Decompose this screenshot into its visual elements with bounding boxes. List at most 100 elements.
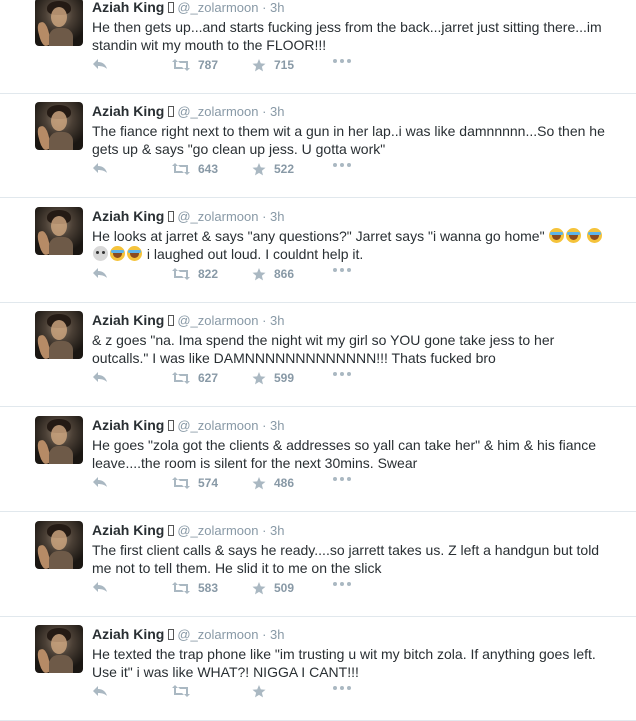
reply-button[interactable]: [92, 267, 108, 279]
tweet-text-segment: i laughed out loud. I couldnt help it.: [143, 246, 364, 262]
tweet: Aziah King @_zolarmoon · 3h & z goes "na. …: [0, 303, 636, 407]
tweet: Aziah King @_zolarmoon · 3h He then gets u…: [0, 0, 636, 94]
star-icon: [252, 162, 266, 176]
separator-dot: ·: [258, 523, 271, 538]
avatar[interactable]: [35, 625, 83, 673]
reply-icon: [92, 476, 108, 488]
more-button[interactable]: [332, 267, 352, 273]
retweet-icon: [172, 477, 190, 489]
user-handle[interactable]: @_zolarmoon: [177, 104, 258, 119]
favorite-button[interactable]: 599: [252, 371, 294, 385]
avatar[interactable]: [35, 0, 83, 46]
avatar[interactable]: [35, 416, 83, 464]
reply-icon: [92, 162, 108, 174]
tweet-text-segment: He then gets up...and starts fucking jes…: [92, 19, 602, 53]
separator-dot: ·: [258, 313, 271, 328]
retweet-button[interactable]: 583: [172, 581, 218, 595]
favorite-button[interactable]: 866: [252, 267, 294, 281]
tweet-text: The first client calls & says he ready..…: [92, 541, 612, 577]
star-icon: [252, 581, 266, 595]
avatar[interactable]: [35, 311, 83, 359]
timestamp[interactable]: 3h: [270, 523, 284, 538]
tweet-text: The fiance right next to them wit a gun …: [92, 122, 612, 158]
timestamp[interactable]: 3h: [270, 209, 284, 224]
more-button[interactable]: [332, 685, 352, 691]
user-handle[interactable]: @_zolarmoon: [177, 523, 258, 538]
tweet-header: Aziah King @_zolarmoon · 3h: [92, 522, 285, 539]
retweet-icon: [172, 582, 190, 594]
user-name[interactable]: Aziah King: [92, 312, 164, 328]
reply-button[interactable]: [92, 58, 108, 70]
reply-button[interactable]: [92, 371, 108, 383]
retweet-button[interactable]: 627: [172, 371, 218, 385]
tweet-text-segment: He goes "zola got the clients & addresse…: [92, 437, 597, 471]
user-handle[interactable]: @_zolarmoon: [177, 418, 258, 433]
more-button[interactable]: [332, 58, 352, 64]
reply-button[interactable]: [92, 581, 108, 593]
tweet-text-segment: The first client calls & says he ready..…: [92, 542, 600, 576]
more-button[interactable]: [332, 371, 352, 377]
user-name[interactable]: Aziah King: [92, 208, 164, 224]
retweet-icon: [172, 268, 190, 280]
more-dots-icon: [332, 267, 352, 273]
more-button[interactable]: [332, 476, 352, 482]
skull-emoji-icon: [93, 246, 108, 261]
more-button[interactable]: [332, 581, 352, 587]
star-icon: [252, 267, 266, 281]
user-name[interactable]: Aziah King: [92, 417, 164, 433]
more-button[interactable]: [332, 162, 352, 168]
user-name[interactable]: Aziah King: [92, 103, 164, 119]
tweet: Aziah King @_zolarmoon · 3h He texted the …: [0, 617, 636, 721]
favorite-button[interactable]: 522: [252, 162, 294, 176]
avatar[interactable]: [35, 521, 83, 569]
tweet: Aziah King @_zolarmoon · 3h He goes "zola …: [0, 408, 636, 512]
tweet-header: Aziah King @_zolarmoon · 3h: [92, 312, 285, 329]
timestamp[interactable]: 3h: [270, 0, 284, 15]
user-name[interactable]: Aziah King: [92, 522, 164, 538]
retweet-count: 627: [198, 371, 219, 385]
user-handle[interactable]: @_zolarmoon: [177, 627, 258, 642]
user-handle[interactable]: @_zolarmoon: [177, 313, 258, 328]
favorite-count: 522: [274, 162, 295, 176]
retweet-button[interactable]: 822: [172, 267, 218, 281]
retweet-icon: [172, 163, 190, 175]
separator-dot: ·: [258, 104, 271, 119]
favorite-button[interactable]: 509: [252, 581, 294, 595]
timestamp[interactable]: 3h: [270, 627, 284, 642]
star-icon: [252, 58, 266, 72]
crying-laughing-emoji-icon: [127, 246, 142, 261]
avatar-body: [49, 446, 73, 464]
more-dots-icon: [332, 58, 352, 64]
retweet-button[interactable]: 787: [172, 58, 218, 72]
separator-dot: ·: [258, 209, 271, 224]
avatar-body: [49, 132, 73, 150]
favorite-button[interactable]: 715: [252, 58, 294, 72]
reply-button[interactable]: [92, 162, 108, 174]
user-handle[interactable]: @_zolarmoon: [177, 209, 258, 224]
avatar-body: [49, 28, 73, 46]
retweet-button[interactable]: 574: [172, 476, 218, 490]
user-name[interactable]: Aziah King: [92, 0, 164, 15]
tweet: Aziah King @_zolarmoon · 3h He looks at ja…: [0, 199, 636, 303]
user-handle[interactable]: @_zolarmoon: [177, 0, 258, 15]
favorite-button[interactable]: 486: [252, 476, 294, 490]
avatar[interactable]: [35, 102, 83, 150]
timestamp[interactable]: 3h: [270, 418, 284, 433]
tweet: Aziah King @_zolarmoon · 3h The first clie…: [0, 513, 636, 617]
more-dots-icon: [332, 685, 352, 691]
timestamp[interactable]: 3h: [270, 313, 284, 328]
tweet-actions: 583 509: [92, 581, 392, 595]
verified-icon: [168, 2, 175, 13]
avatar[interactable]: [35, 207, 83, 255]
user-name[interactable]: Aziah King: [92, 626, 164, 642]
retweet-button[interactable]: 643: [172, 162, 218, 176]
tweet-text-segment: & z goes "na. Ima spend the night wit my…: [92, 332, 555, 366]
avatar-body: [49, 237, 73, 255]
crying-laughing-emoji-icon: [549, 228, 565, 243]
reply-button[interactable]: [92, 476, 108, 488]
timestamp[interactable]: 3h: [270, 104, 284, 119]
avatar-body: [49, 655, 73, 673]
more-dots-icon: [332, 162, 352, 168]
more-dots-icon: [332, 581, 352, 587]
star-icon: [252, 371, 266, 385]
